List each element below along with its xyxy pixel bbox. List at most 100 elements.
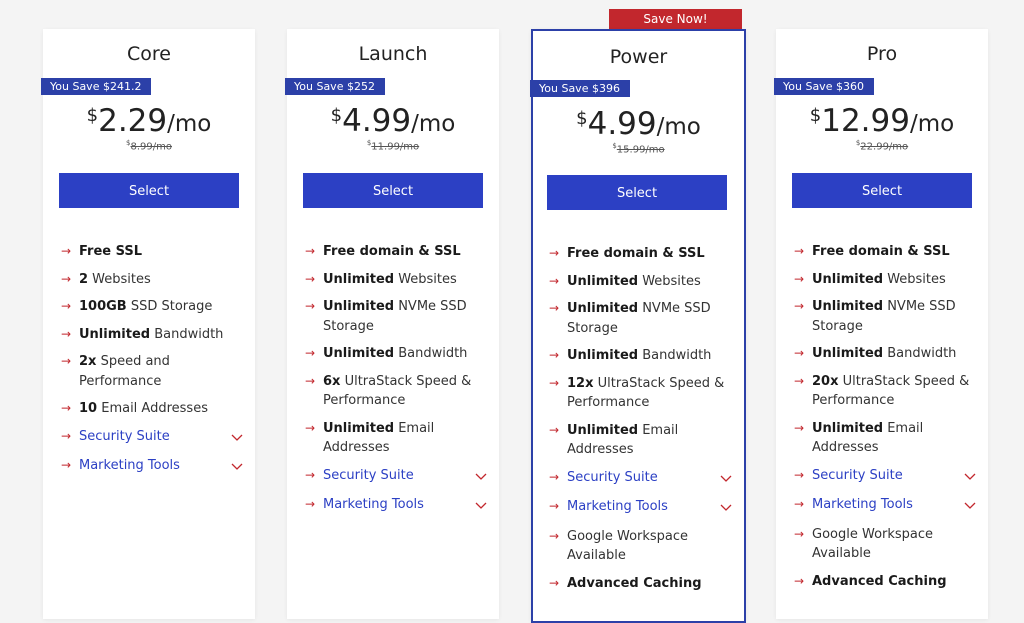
feature-text: UltraStack Speed & Performance — [323, 373, 472, 409]
select-button-core[interactable]: Select — [59, 173, 239, 208]
feature-text: Bandwidth — [638, 348, 712, 363]
feature-text: Websites — [394, 271, 457, 287]
plan-title: Pro — [866, 43, 898, 65]
feature-highlight: 100GB — [79, 299, 127, 314]
expandable-security-suite[interactable]: → Security Suite — [305, 466, 487, 486]
original-price-amount: 11.99/mo — [371, 141, 420, 153]
chevron-down-icon[interactable] — [720, 500, 732, 511]
save-now-ribbon: Save Now! — [609, 9, 742, 30]
expandable-label: Marketing Tools — [79, 458, 180, 473]
plan-card-launch: Launch You Save $252 $4.99/mo $11.99/mo Sele… — [285, 29, 499, 619]
feature-item: → Unlimited NVMe SSD Storage — [794, 297, 976, 336]
feature-list: → Free SSL → 2 Websites → 100GB SSD Storage → U… — [61, 242, 243, 486]
feature-highlight: 6x — [323, 373, 341, 389]
arrow-right-icon: → — [794, 526, 805, 541]
feature-item: → Unlimited Websites — [549, 272, 732, 292]
original-price-amount: 22.99/mo — [860, 141, 909, 153]
feature-text: Google Workspace Available — [567, 528, 689, 564]
arrow-right-icon: → — [794, 497, 805, 511]
feature-highlight: 12x — [567, 375, 594, 391]
feature-item: → Google Workspace Available — [549, 527, 732, 566]
arrow-right-icon: → — [794, 271, 805, 286]
feature-highlight: Unlimited — [812, 420, 884, 436]
plan-price: $4.99/mo — [287, 103, 499, 139]
feature-item: → Free domain & SSL — [549, 244, 732, 264]
original-price-amount: 8.99/mo — [130, 141, 172, 153]
feature-highlight: Unlimited — [567, 301, 639, 316]
original-price: $8.99/mo — [43, 139, 255, 152]
feature-item: → Unlimited NVMe SSD Storage — [549, 299, 732, 338]
chevron-down-icon[interactable] — [475, 469, 487, 480]
expandable-security-suite[interactable]: → Security Suite — [61, 427, 243, 447]
chevron-down-icon[interactable] — [964, 469, 976, 480]
currency-symbol: $ — [330, 105, 343, 126]
feature-item: → Unlimited NVMe SSD Storage — [305, 297, 487, 336]
select-button-power[interactable]: Select — [547, 175, 727, 210]
feature-text: Google Workspace Available — [812, 526, 934, 562]
expandable-label: Marketing Tools — [812, 497, 913, 512]
expandable-marketing-tools[interactable]: → Marketing Tools — [794, 495, 976, 515]
expandable-marketing-tools[interactable]: → Marketing Tools — [305, 495, 487, 515]
feature-text: Bandwidth — [394, 346, 468, 361]
feature-highlight: Free domain & SSL — [567, 246, 705, 261]
arrow-right-icon: → — [61, 354, 72, 368]
feature-highlight: Unlimited — [812, 346, 884, 361]
arrow-right-icon: → — [549, 375, 560, 390]
expandable-marketing-tools[interactable]: → Marketing Tools — [61, 456, 243, 476]
chevron-down-icon[interactable] — [720, 471, 732, 482]
feature-highlight: Free domain & SSL — [812, 244, 950, 259]
plan-card-power: Power You Save $396 $4.99/mo $15.99/mo Selec… — [530, 29, 746, 623]
feature-list: → Free domain & SSL → Unlimited Websites → Un… — [549, 244, 732, 601]
feature-item: → Google Workspace Available — [794, 525, 976, 564]
chevron-down-icon[interactable] — [231, 459, 243, 470]
arrow-right-icon: → — [61, 299, 72, 313]
feature-item: → Advanced Caching — [794, 572, 976, 592]
feature-highlight: Unlimited — [812, 271, 884, 287]
feature-item: → 12x UltraStack Speed & Performance — [549, 374, 732, 413]
feature-highlight: Unlimited — [567, 273, 639, 289]
plan-price: $2.29/mo — [43, 103, 255, 139]
feature-list: → Free domain & SSL → Unlimited Websites → Un… — [794, 242, 976, 599]
arrow-right-icon: → — [305, 420, 316, 435]
feature-highlight: Advanced Caching — [812, 573, 947, 589]
feature-text: Websites — [883, 271, 946, 287]
arrow-right-icon: → — [61, 401, 72, 415]
feature-highlight: Free domain & SSL — [323, 244, 461, 259]
feature-item: → Unlimited Bandwidth — [549, 346, 732, 366]
savings-badge: You Save $360 — [774, 78, 874, 95]
plan-price: $4.99/mo — [533, 106, 744, 142]
expandable-label: Security Suite — [812, 467, 903, 483]
price-amount: 4.99 — [587, 106, 657, 142]
feature-highlight: Unlimited — [567, 422, 639, 438]
expandable-label: Security Suite — [567, 469, 658, 485]
arrow-right-icon: → — [549, 301, 560, 315]
feature-item: → Unlimited Email Addresses — [305, 419, 487, 458]
arrow-right-icon: → — [549, 348, 560, 362]
original-price: $15.99/mo — [533, 142, 744, 155]
arrow-right-icon: → — [305, 244, 316, 258]
chevron-down-icon[interactable] — [231, 430, 243, 441]
feature-highlight: 10 — [79, 401, 98, 416]
feature-item: → 10 Email Addresses — [61, 399, 243, 419]
feature-highlight: 20x — [812, 373, 839, 389]
price-period: /mo — [411, 111, 456, 137]
feature-item: → Free SSL — [61, 242, 243, 262]
chevron-down-icon[interactable] — [964, 498, 976, 509]
expandable-security-suite[interactable]: → Security Suite — [794, 466, 976, 486]
price-period: /mo — [909, 111, 955, 137]
savings-badge: You Save $252 — [285, 78, 385, 95]
feature-item: → Unlimited Bandwidth — [305, 344, 487, 364]
select-button-launch[interactable]: Select — [303, 173, 483, 208]
feature-text: Websites — [88, 271, 151, 287]
chevron-down-icon[interactable] — [475, 498, 487, 509]
expandable-security-suite[interactable]: → Security Suite — [549, 468, 732, 488]
expandable-marketing-tools[interactable]: → Marketing Tools — [549, 497, 732, 517]
feature-highlight: 2x — [79, 354, 97, 369]
plan-title: Launch — [358, 43, 428, 65]
savings-badge: You Save $241.2 — [41, 78, 152, 95]
feature-item: → 20x UltraStack Speed & Performance — [794, 372, 976, 411]
select-button-pro[interactable]: Select — [792, 173, 972, 208]
arrow-right-icon: → — [61, 326, 72, 341]
arrow-right-icon: → — [305, 467, 316, 482]
plan-title: Power — [609, 46, 668, 68]
